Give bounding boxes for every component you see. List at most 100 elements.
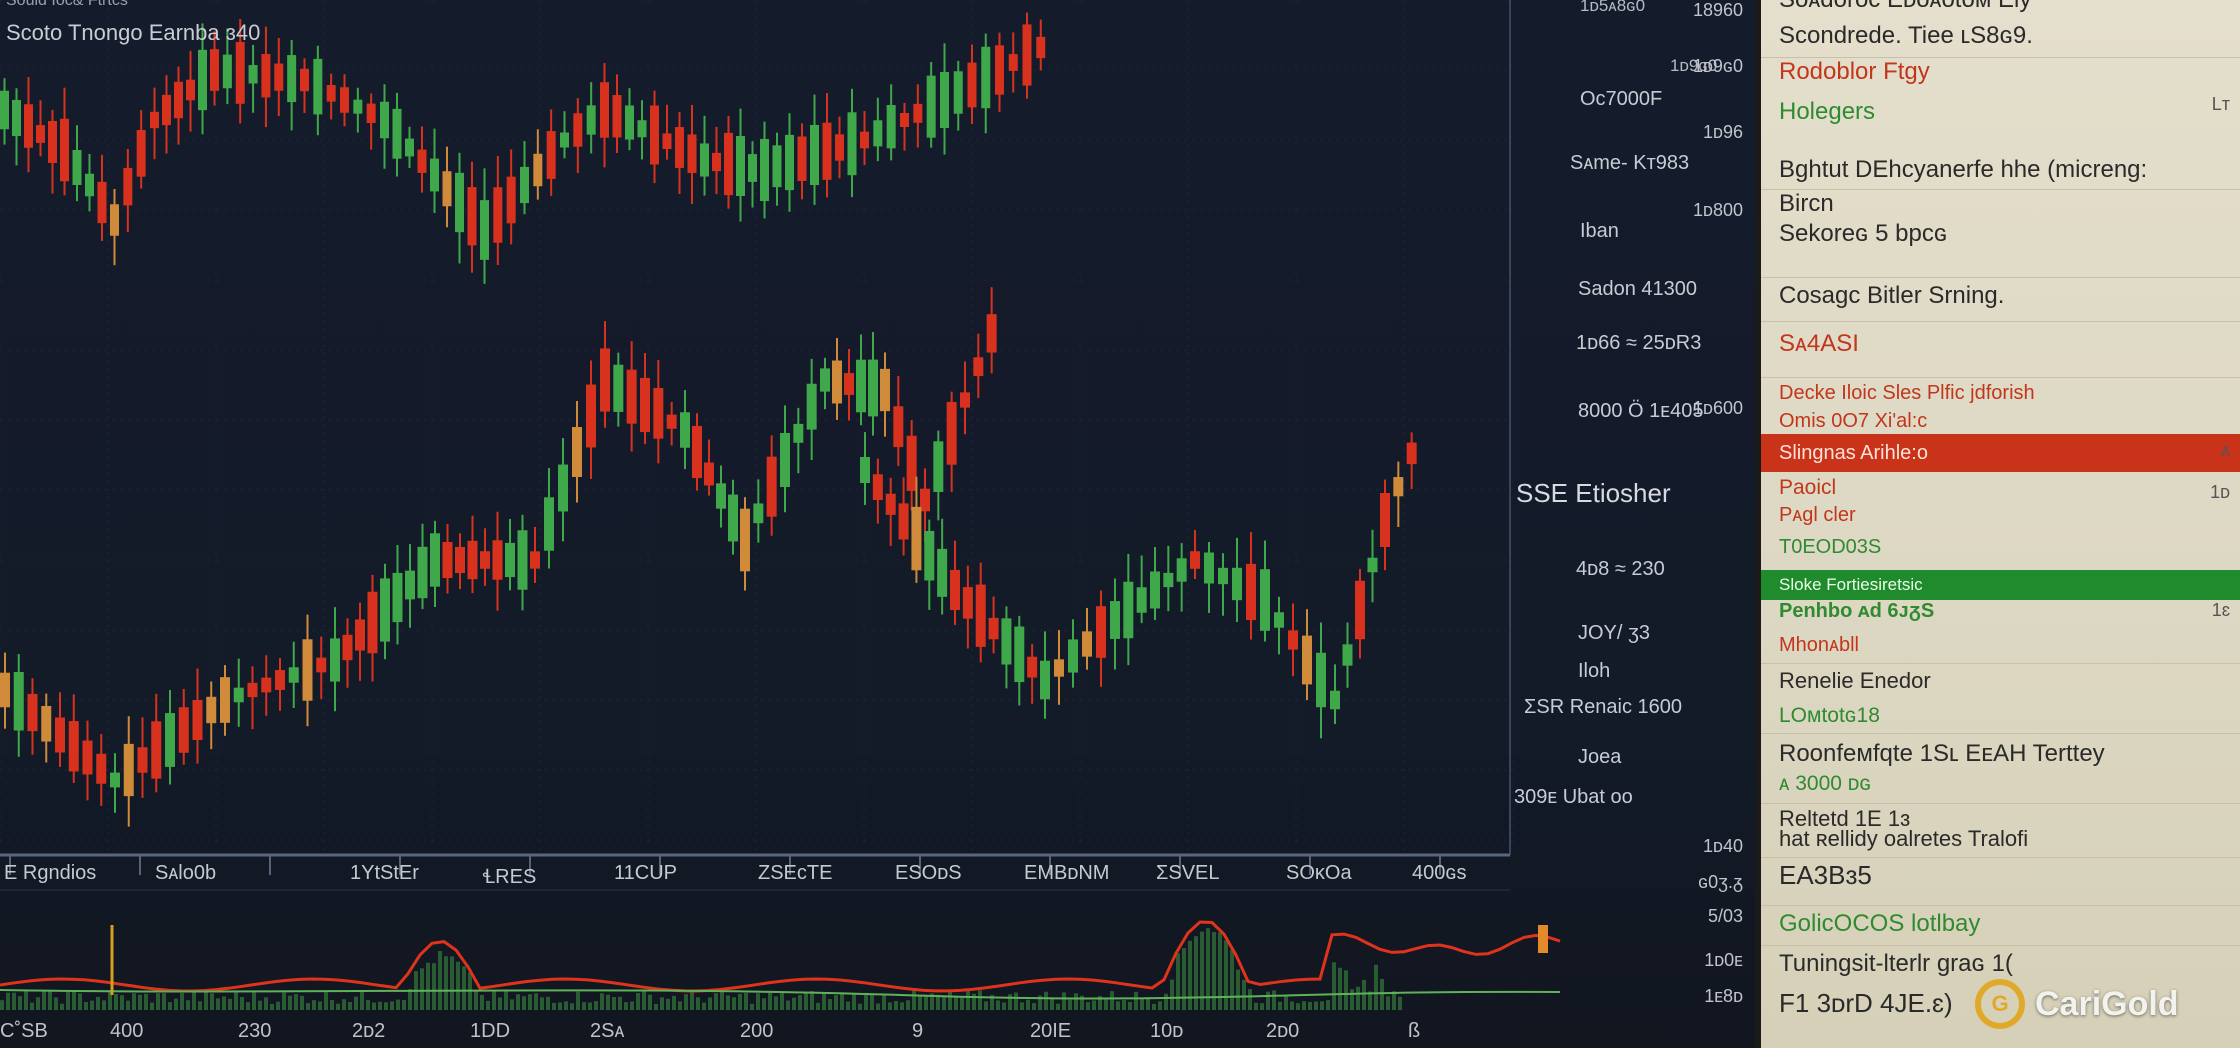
volume-bar — [588, 1002, 592, 1010]
bottom-tick: ß — [1408, 1020, 1421, 1042]
volume-bar — [1176, 953, 1180, 1010]
candle — [492, 540, 503, 580]
sidebar-row[interactable]: Sᴀ4ASI — [1761, 330, 2240, 378]
sidebar-row[interactable]: Bircn — [1761, 190, 2240, 218]
volume-bar — [978, 990, 982, 1010]
volume-bar — [714, 993, 718, 1010]
volume-bar — [522, 996, 526, 1010]
volume-bar — [960, 996, 964, 1010]
candle — [586, 105, 596, 135]
candle — [82, 740, 93, 775]
sidebar-row[interactable]: Roonfeᴍfqte 1Sʟ EᴇAH Terttey — [1761, 740, 2240, 768]
candle — [868, 359, 878, 417]
sidebar-row[interactable]: Mhonᴀbll — [1761, 634, 2240, 664]
volume-bar — [1014, 992, 1018, 1010]
candle — [1274, 612, 1284, 628]
info-sidebar[interactable]: Soᴀdoroc Eᴅoᴀotoᴍ Eiy Scondrede. Tiee ʟS… — [1755, 0, 2240, 1048]
price-label: Sadon 41300 — [1578, 278, 1698, 300]
sidebar-row[interactable]: T0EOD03S — [1761, 536, 2240, 559]
volume-bar — [1284, 996, 1288, 1010]
volume-bar — [1242, 979, 1246, 1010]
candle — [822, 122, 832, 180]
sidebar-row[interactable]: Omis 0O7 Xiʹal:ᴄ — [1761, 410, 2240, 433]
candle — [1246, 563, 1256, 621]
volume-bar — [1266, 991, 1270, 1010]
axis-price: 1ᴅ0ᴇ — [1704, 950, 1743, 970]
candle — [235, 41, 245, 104]
volume-bar — [810, 991, 814, 1010]
candle — [772, 145, 782, 188]
chart-title: Scoto Tnongo Earnba ɜ40 — [6, 20, 261, 45]
volume-bar — [816, 1002, 820, 1010]
sidebar-row[interactable]: Paoicl — [1761, 476, 2240, 500]
candle — [198, 49, 207, 111]
sidebar-row[interactable]: Penhbo ᴀd 6ᴊᵹS — [1761, 600, 2240, 623]
sidebar-row[interactable]: Renelie Enedor — [1761, 668, 2240, 694]
sidebar-row[interactable]: Cosagc Bitler Srning. — [1761, 282, 2240, 322]
candle — [1316, 652, 1326, 708]
sidebar-row[interactable]: hat ʀellidy oalretes Tralofi — [1761, 826, 2240, 858]
price-label: 309ᴇ Ubat oo — [1514, 786, 1633, 808]
volume-bar — [474, 991, 478, 1010]
volume-bar — [1116, 1001, 1120, 1010]
sidebar-row[interactable]: Pᴀgl cler — [1761, 504, 2240, 527]
volume-bar — [534, 993, 538, 1010]
bottom-tick: 2Sᴀ — [590, 1020, 625, 1042]
sidebar-row[interactable]: LOᴍtotɢ18 — [1761, 704, 2240, 734]
price-label: 8000 Ö 1ᴇ405 — [1578, 400, 1704, 422]
candle — [967, 62, 977, 108]
volume-bar — [258, 1000, 262, 1010]
sidebar-row[interactable]: Holegers — [1761, 98, 2240, 126]
candle — [1342, 644, 1353, 666]
volume-bar — [378, 1001, 382, 1010]
volume-bar — [282, 992, 286, 1010]
candle — [417, 546, 428, 599]
volume-bar — [780, 991, 784, 1010]
highlighted-row-green[interactable]: Sloke Fortiesiretsic — [1761, 570, 2240, 600]
candle — [573, 113, 583, 147]
candle — [55, 717, 65, 753]
candle — [911, 506, 922, 571]
volume-bar — [684, 994, 688, 1010]
candle — [174, 81, 183, 119]
sidebar-row[interactable]: Sekoreɢ 5 bpcɢ — [1761, 220, 2240, 278]
sidebar-row[interactable]: Bghtut DEhcyanerfe hhe (micreng: — [1761, 156, 2240, 190]
volume-bar — [984, 1001, 988, 1010]
volume-bar — [582, 1002, 586, 1010]
price-label: 4ᴅ8 ≈ 230 — [1576, 558, 1665, 580]
candle — [288, 667, 299, 683]
candle — [380, 101, 389, 139]
volume-bar — [276, 1001, 280, 1010]
volume-bar — [870, 993, 874, 1010]
highlighted-row-red[interactable]: Slingnas Arihle:o — [1761, 434, 2240, 472]
candle — [1218, 567, 1228, 585]
volume-bar — [1236, 969, 1240, 1010]
sidebar-row[interactable]: EA3Bɜ5 — [1761, 860, 2240, 906]
candle — [355, 619, 365, 651]
sidebar-row[interactable]: Scondrede. Tiee ʟS8ɢ9. — [1761, 22, 2240, 58]
volume-bar — [1332, 962, 1336, 1010]
sidebar-row[interactable]: Decke Iloic Sles Plfic jdforish — [1761, 382, 2240, 405]
volume-bar — [1086, 1002, 1090, 1010]
candle — [760, 138, 769, 202]
volume-bar — [558, 1002, 562, 1010]
sidebar-row: Soᴀdoroc Eᴅoᴀotoᴍ Eiy — [1761, 0, 2240, 14]
candle — [192, 700, 203, 740]
brand-logo[interactable]: G CariGold — [1975, 975, 2179, 1033]
sidebar-row[interactable]: ᴀ 3000 ᴅɢ — [1761, 772, 2240, 804]
x-tick: 11CUP — [614, 862, 677, 884]
sidebar-row[interactable]: Tuningsit-lterlr graɢ 1( — [1761, 950, 2240, 978]
candle — [1096, 606, 1106, 658]
candle — [1163, 572, 1174, 588]
volume-bar — [1008, 994, 1012, 1010]
volume-bar — [240, 996, 244, 1010]
volume-bar — [306, 1003, 310, 1010]
volume-bar — [1074, 993, 1078, 1010]
sidebar-row[interactable]: GolicOCOS lotlbay — [1761, 910, 2240, 946]
candle — [151, 721, 162, 779]
volume-bar — [822, 992, 826, 1010]
chart-area[interactable]: Sould Ioc& Ftrtcs Scoto Tnongo Earnba ɜ4… — [0, 0, 1755, 1048]
sidebar-row[interactable]: Rodoblor Ftgy — [1761, 58, 2240, 86]
volume-bar — [156, 993, 160, 1010]
bottom-tick: 20IE — [1030, 1020, 1072, 1042]
